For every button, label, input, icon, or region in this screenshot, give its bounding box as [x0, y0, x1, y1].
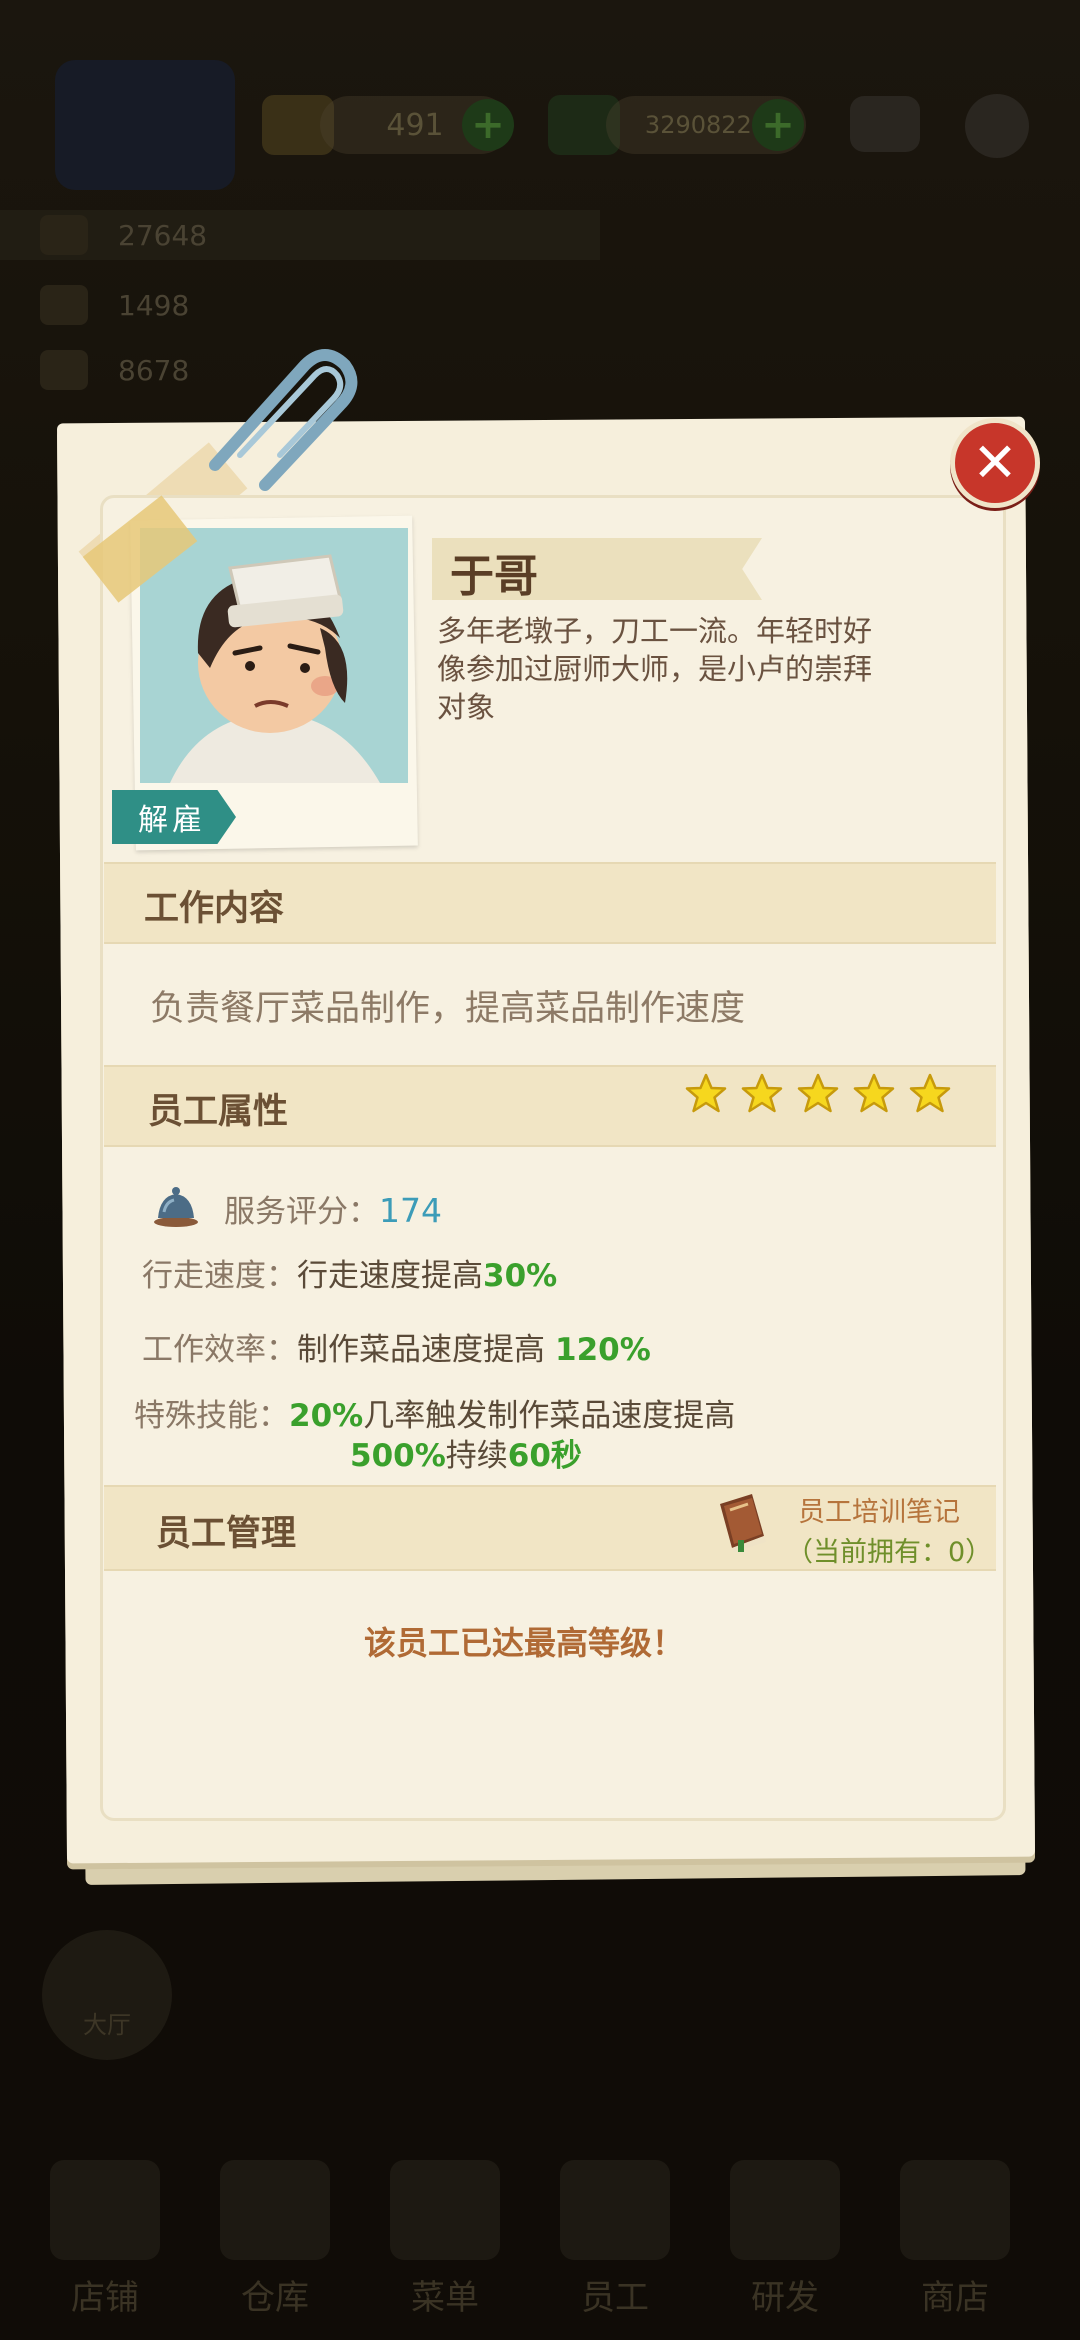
work-section-title: 工作内容 [144, 889, 285, 929]
shop-icon [50, 2160, 160, 2260]
efficiency-label: 工作效率： [142, 1332, 297, 1368]
stat-value-2: 1498 [118, 288, 190, 322]
close-icon: ✕ [972, 431, 1018, 494]
stat-row-2: 1498 [0, 280, 300, 330]
star-icon [853, 1073, 895, 1113]
stat-row-1: 27648 [0, 210, 600, 260]
training-notebook-icon[interactable] [712, 1490, 772, 1552]
chef-portrait [140, 528, 408, 783]
skill-label: 特殊技能： [134, 1398, 289, 1434]
paperclip-icon [209, 349, 358, 491]
walk-label: 行走速度： [142, 1258, 297, 1294]
notebook-count: （当前拥有：0） [786, 1537, 993, 1568]
scroll-icon [40, 350, 88, 390]
add-cash-button[interactable]: + [752, 99, 804, 151]
walk-value: 30% [483, 1258, 558, 1294]
walk-speed-row: 行走速度：行走速度提高30% [142, 1250, 557, 1295]
notebook-label: 员工培训笔记 [798, 1497, 960, 1528]
top-resource-bar: 491 + 32908228 + [0, 60, 1080, 210]
nav-staff-button[interactable]: 员工 [540, 2160, 690, 2330]
rank-badge-icon[interactable] [55, 60, 235, 190]
nav-label: 店铺 [71, 2278, 139, 2318]
walk-text: 行走速度提高 [297, 1258, 483, 1294]
star-icon [741, 1073, 783, 1113]
bottom-nav: 店铺 仓库 菜单 员工 研发 商店 [0, 2100, 1080, 2340]
chef-portrait-image [140, 528, 408, 783]
service-bell-icon [154, 1187, 198, 1227]
nav-store-button[interactable]: 商店 [880, 2160, 1030, 2330]
employee-name: 于哥 [450, 551, 538, 602]
star-icon [909, 1073, 951, 1113]
staff-icon [560, 2160, 670, 2260]
chef-hat-icon [40, 285, 88, 325]
skill-duration-text: 持续 [445, 1438, 508, 1474]
service-rating-row: 服务评分：174 [224, 1186, 442, 1231]
camera-icon[interactable] [850, 96, 920, 152]
research-icon [730, 2160, 840, 2260]
nav-label: 员工 [581, 2278, 649, 2318]
stat-value-1: 27648 [118, 218, 208, 252]
nav-label: 商店 [921, 2278, 989, 2318]
work-section-header: 工作内容 [104, 862, 996, 944]
nav-warehouse-button[interactable]: 仓库 [200, 2160, 350, 2330]
efficiency-text: 制作菜品速度提高 [297, 1332, 545, 1368]
nav-label: 菜单 [411, 2278, 479, 2318]
hall-label: 大厅 [83, 2011, 131, 2039]
dish-icon [40, 215, 88, 255]
max-level-message: 该员工已达最高等级！ [364, 1624, 685, 1662]
store-icon [900, 2160, 1010, 2260]
employee-description: 多年老墩子，刀工一流。年轻时好像参加过厨师大师，是小卢的崇拜对象 [437, 614, 873, 724]
fire-button[interactable]: 解雇 [112, 790, 236, 844]
manage-section-title: 员工管理 [156, 1514, 297, 1554]
star-rating [684, 1072, 964, 1120]
menu-icon [390, 2160, 500, 2260]
stat-value-3: 8678 [118, 353, 190, 387]
special-skill-row-2: 500%持续60秒 [350, 1430, 582, 1475]
nav-label: 研发 [751, 2278, 819, 2318]
skill-duration: 60秒 [507, 1438, 582, 1474]
star-icon [797, 1073, 839, 1113]
add-coins-button[interactable]: + [462, 99, 514, 151]
star-icon [685, 1073, 727, 1113]
warehouse-icon [220, 2160, 330, 2260]
hall-button[interactable]: 大厅 [42, 1930, 172, 2060]
close-button[interactable]: ✕ [950, 418, 1040, 508]
service-label: 服务评分： [224, 1194, 379, 1230]
gear-icon[interactable] [965, 94, 1029, 158]
nav-shop-button[interactable]: 店铺 [30, 2160, 180, 2330]
service-value: 174 [379, 1191, 442, 1230]
skill-text: 几率触发制作菜品速度提高 [363, 1398, 736, 1434]
attributes-section-title: 员工属性 [148, 1092, 289, 1132]
nav-research-button[interactable]: 研发 [710, 2160, 860, 2330]
nav-label: 仓库 [241, 2278, 309, 2318]
special-skill-row: 特殊技能：20%几率触发制作菜品速度提高 [134, 1390, 735, 1435]
efficiency-value: 120% [555, 1332, 651, 1368]
skill-chance: 20% [289, 1398, 364, 1434]
work-efficiency-row: 工作效率：制作菜品速度提高 120% [142, 1324, 651, 1369]
skill-boost: 500% [350, 1438, 446, 1474]
nav-menu-button[interactable]: 菜单 [370, 2160, 520, 2330]
work-description: 负责餐厅菜品制作，提高菜品制作速度 [150, 989, 746, 1029]
